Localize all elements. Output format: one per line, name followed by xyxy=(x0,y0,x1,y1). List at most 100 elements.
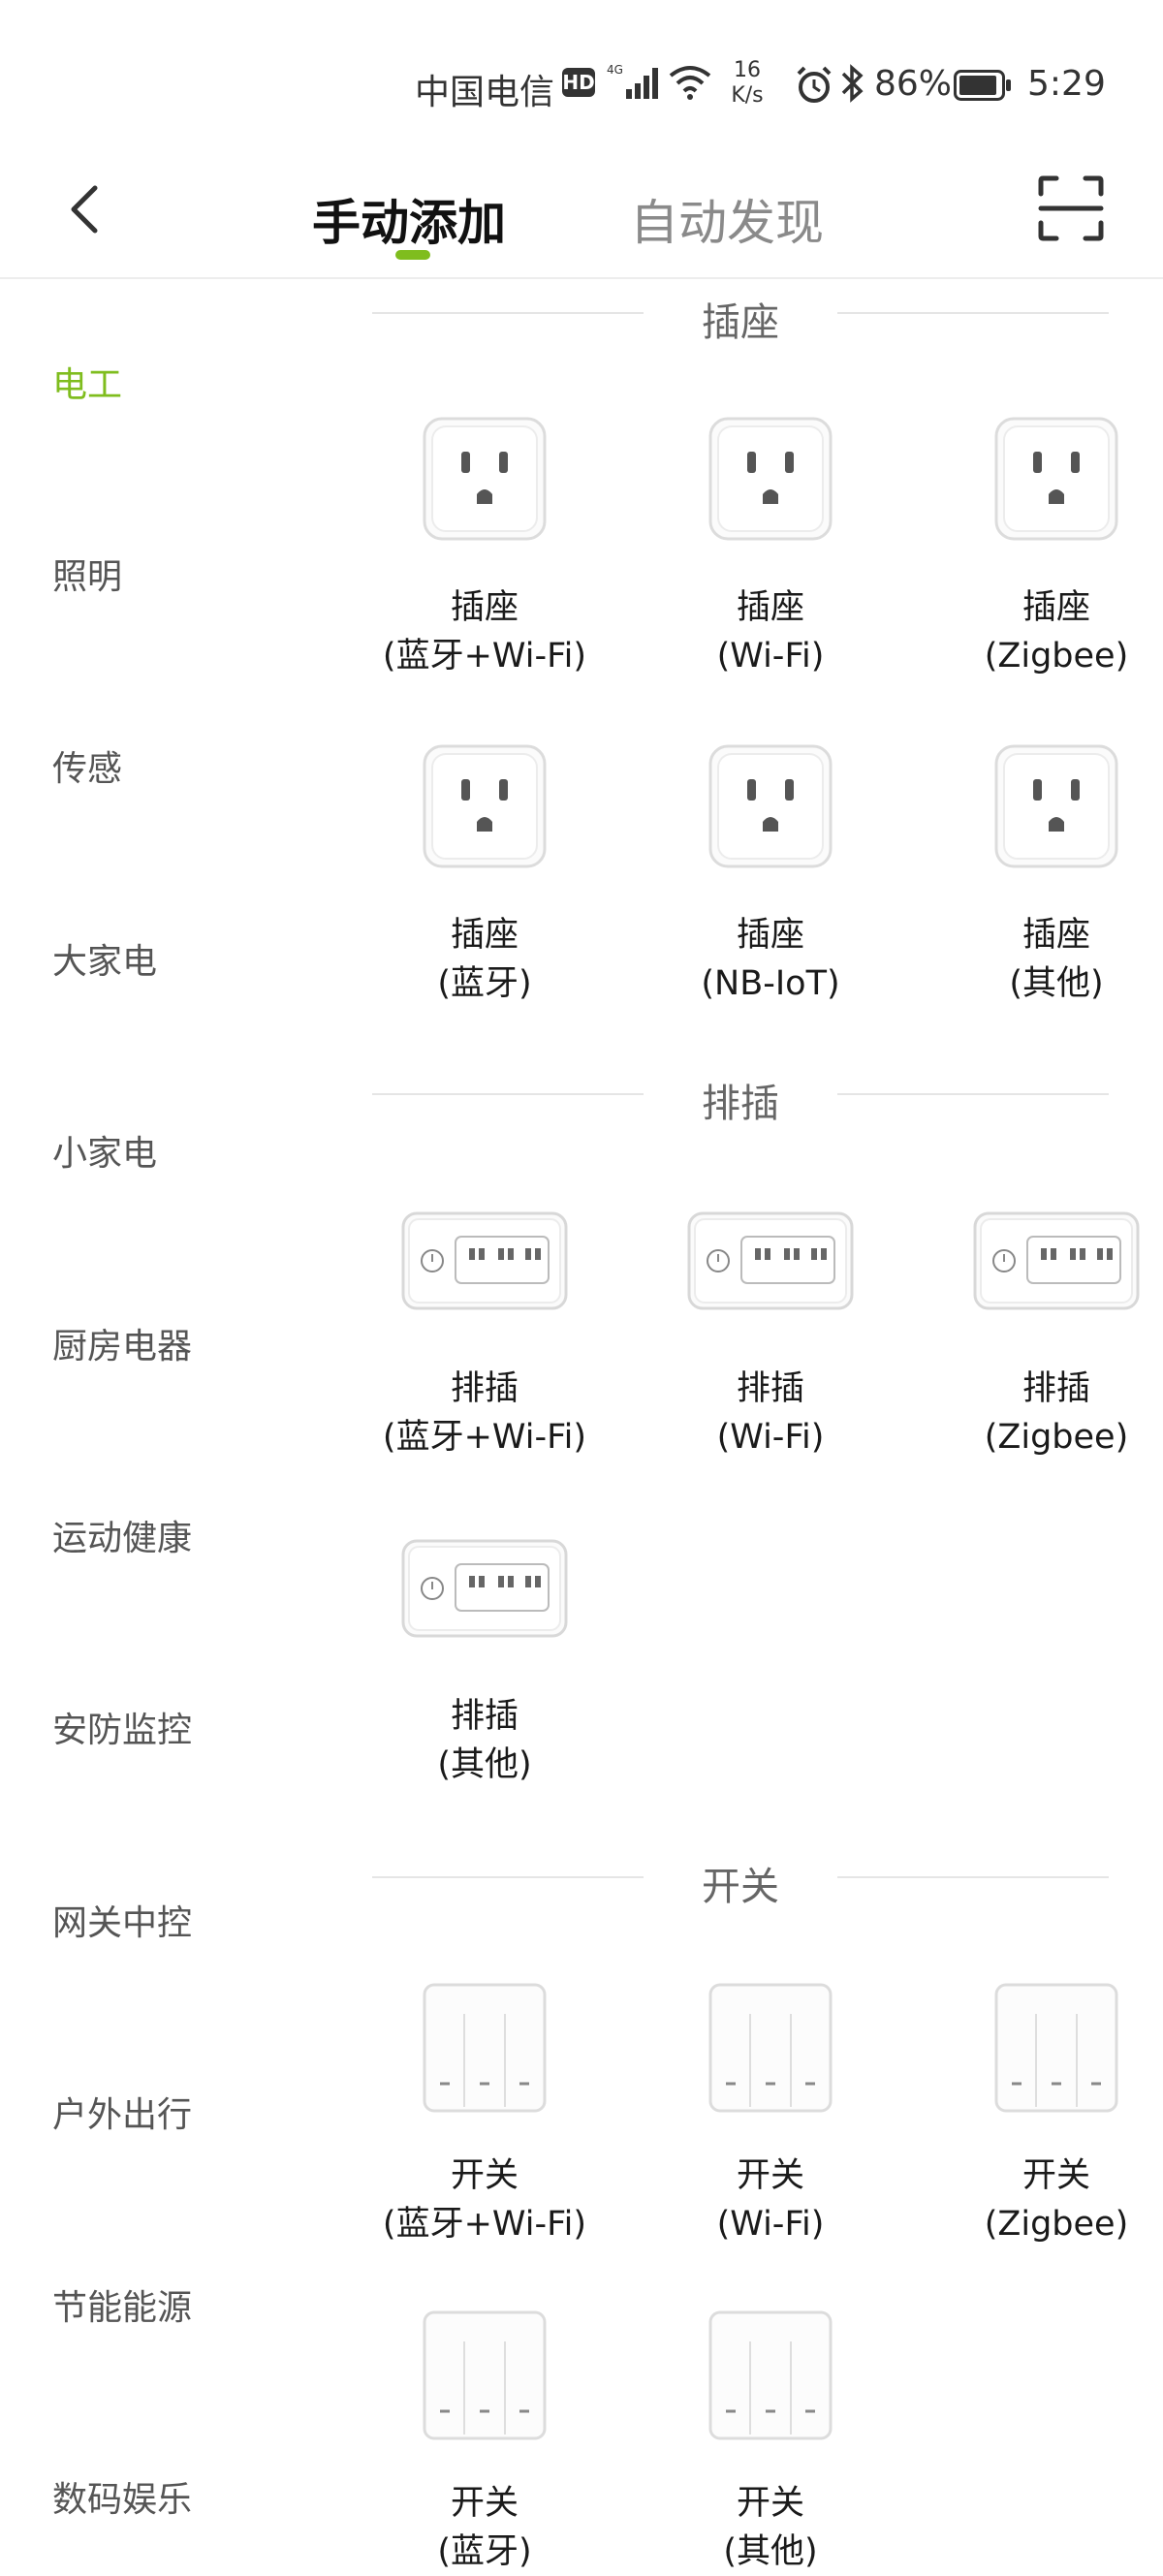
alarm-icon xyxy=(797,66,832,103)
battery-icon xyxy=(954,70,1011,101)
device-protocol: (蓝牙+Wi-Fi) xyxy=(382,1418,587,1457)
sidebar-item-small-appliance[interactable]: 小家电 xyxy=(52,1125,157,1176)
power-strip-icon xyxy=(359,1188,611,1334)
device-card[interactable]: 插座 (蓝牙+Wi-Fi) xyxy=(359,407,611,680)
status-bar: 中国电信 HD 4G 16 K/s 86% 5:29 xyxy=(0,0,1163,145)
device-protocol: (蓝牙+Wi-Fi) xyxy=(382,2205,587,2244)
tab-manual-add[interactable]: 手动添加 xyxy=(312,184,506,254)
section-header-socket: 插座 xyxy=(372,283,1109,345)
socket-icon xyxy=(930,407,1163,552)
device-name: 排插 xyxy=(450,1369,519,1408)
power-strip-icon xyxy=(359,1516,611,1661)
device-protocol: (Zigbee) xyxy=(984,637,1129,675)
device-protocol: (蓝牙) xyxy=(437,2532,532,2571)
device-name: 开关 xyxy=(450,2484,519,2523)
network-type: 4G xyxy=(607,63,623,77)
device-name: 开关 xyxy=(450,2156,519,2195)
device-protocol: (蓝牙+Wi-Fi) xyxy=(382,637,587,675)
device-protocol: (Wi-Fi) xyxy=(716,1418,825,1457)
sidebar-item-outdoor[interactable]: 户外出行 xyxy=(52,2087,192,2137)
device-name: 开关 xyxy=(736,2484,804,2523)
sidebar-item-large-appliance[interactable]: 大家电 xyxy=(52,933,157,984)
device-name: 排插 xyxy=(450,1697,519,1736)
speed-unit: K/s xyxy=(731,83,764,108)
device-card[interactable]: 插座 (其他) xyxy=(930,735,1163,1008)
device-name: 排插 xyxy=(736,1369,804,1408)
device-card[interactable]: 插座 (Zigbee) xyxy=(930,407,1163,680)
device-protocol: (NB-IoT) xyxy=(701,964,840,1003)
device-protocol: (其他) xyxy=(1009,964,1104,1003)
sidebar-item-digital[interactable]: 数码娱乐 xyxy=(52,2471,192,2522)
tab-auto-discover[interactable]: 自动发现 xyxy=(630,184,824,254)
socket-icon xyxy=(644,735,896,880)
device-card[interactable]: 排插 (蓝牙+Wi-Fi) xyxy=(359,1188,611,1461)
signal-icon: 4G xyxy=(607,63,658,99)
device-name: 开关 xyxy=(1022,2156,1090,2195)
scan-icon[interactable] xyxy=(1037,174,1105,242)
device-protocol: (其他) xyxy=(723,2532,818,2571)
bluetooth-icon xyxy=(841,64,864,103)
wall-switch-icon xyxy=(930,1975,1163,2120)
device-card[interactable]: 插座 (Wi-Fi) xyxy=(644,407,896,680)
device-card[interactable]: 插座 (蓝牙) xyxy=(359,735,611,1008)
socket-icon xyxy=(644,407,896,552)
hd-badge: HD xyxy=(562,68,595,97)
device-name: 开关 xyxy=(736,2156,804,2195)
socket-icon xyxy=(359,407,611,552)
wall-switch-icon xyxy=(644,1975,896,2120)
device-card[interactable]: 排插 (其他) xyxy=(359,1516,611,1789)
device-protocol: (Wi-Fi) xyxy=(716,637,825,675)
device-protocol: (其他) xyxy=(437,1745,532,1784)
back-icon[interactable] xyxy=(58,174,116,242)
section-title: 排插 xyxy=(702,1082,779,1126)
device-card[interactable]: 排插 (Wi-Fi) xyxy=(644,1188,896,1461)
sidebar-item-gateway[interactable]: 网关中控 xyxy=(52,1895,192,1945)
socket-icon xyxy=(930,735,1163,880)
category-sidebar: 电工 照明 传感 大家电 小家电 厨房电器 运动健康 安防监控 网关中控 户外出… xyxy=(0,279,320,2559)
sidebar-item-electrician[interactable]: 电工 xyxy=(52,357,122,407)
speed-value: 16 xyxy=(734,58,761,82)
device-protocol: (Zigbee) xyxy=(984,2205,1129,2244)
device-protocol: (蓝牙) xyxy=(437,964,532,1003)
sidebar-item-health[interactable]: 运动健康 xyxy=(52,1510,192,1560)
top-nav: 手动添加 自动发现 xyxy=(0,145,1163,279)
socket-icon xyxy=(359,735,611,880)
device-card[interactable]: 开关 (蓝牙) xyxy=(359,2303,611,2576)
section-header-power-strip: 排插 xyxy=(372,1064,1109,1126)
battery-percent: 86% xyxy=(874,64,953,104)
device-name: 插座 xyxy=(736,588,804,627)
carrier-name: 中国电信 xyxy=(415,73,555,112)
sidebar-item-sensor[interactable]: 传感 xyxy=(52,740,122,791)
device-protocol: (Zigbee) xyxy=(984,1418,1129,1457)
wall-switch-icon xyxy=(644,2303,896,2448)
sidebar-item-security[interactable]: 安防监控 xyxy=(52,1702,192,1752)
device-protocol: (Wi-Fi) xyxy=(716,2205,825,2244)
device-card[interactable]: 开关 (蓝牙+Wi-Fi) xyxy=(359,1975,611,2248)
sidebar-item-lighting[interactable]: 照明 xyxy=(52,549,122,599)
power-strip-icon xyxy=(930,1188,1163,1334)
device-card[interactable]: 开关 (其他) xyxy=(644,2303,896,2576)
device-card[interactable]: 排插 (Zigbee) xyxy=(930,1188,1163,1461)
device-list: 插座 插座 (蓝牙+Wi-Fi) 插座 (Wi-Fi) 插座 (Zigbee) … xyxy=(359,279,1163,2571)
device-card[interactable]: 开关 (Zigbee) xyxy=(930,1975,1163,2248)
device-name: 插座 xyxy=(1022,916,1090,955)
wifi-icon xyxy=(669,66,711,100)
sidebar-item-energy[interactable]: 节能能源 xyxy=(52,2279,192,2330)
device-name: 排插 xyxy=(1022,1369,1090,1408)
clock: 5:29 xyxy=(1027,64,1106,104)
device-name: 插座 xyxy=(450,916,519,955)
device-card[interactable]: 插座 (NB-IoT) xyxy=(644,735,896,1008)
device-name: 插座 xyxy=(736,916,804,955)
section-title: 插座 xyxy=(702,300,779,345)
device-card[interactable]: 开关 (Wi-Fi) xyxy=(644,1975,896,2248)
device-name: 插座 xyxy=(1022,588,1090,627)
power-strip-icon xyxy=(644,1188,896,1334)
wall-switch-icon xyxy=(359,2303,611,2448)
sidebar-item-kitchen[interactable]: 厨房电器 xyxy=(52,1318,192,1368)
wall-switch-icon xyxy=(359,1975,611,2120)
section-header-switch: 开关 xyxy=(372,1847,1109,1909)
device-name: 插座 xyxy=(450,588,519,627)
active-tab-indicator xyxy=(395,250,430,260)
network-speed: 16 K/s xyxy=(725,58,770,109)
section-title: 开关 xyxy=(702,1865,779,1909)
